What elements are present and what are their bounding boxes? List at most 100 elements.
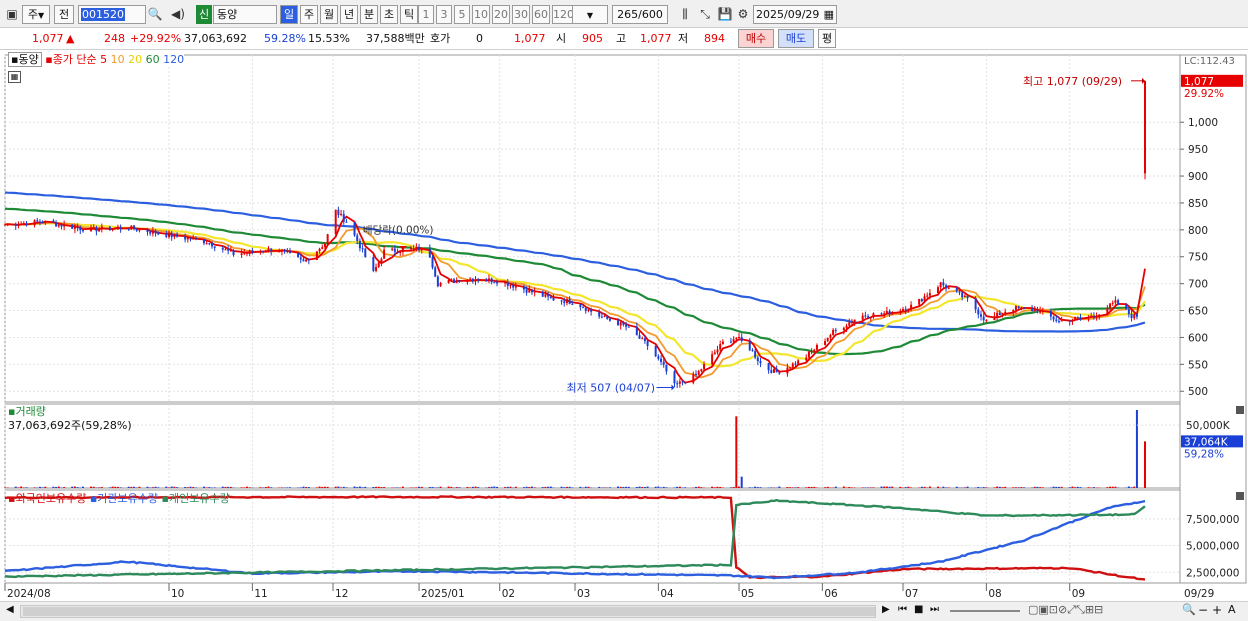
interval-button-20[interactable]: 20 bbox=[492, 5, 510, 24]
code-value: 001520 bbox=[81, 8, 125, 21]
window-icon[interactable]: ▣ bbox=[4, 5, 20, 24]
volume-bar bbox=[38, 486, 41, 488]
interval-button-5[interactable]: 5 bbox=[454, 5, 470, 24]
scroll-track[interactable] bbox=[20, 605, 876, 618]
stop-icon[interactable]: ■ bbox=[914, 604, 923, 615]
buy-button[interactable]: 매수 bbox=[738, 29, 774, 48]
volume-bar bbox=[4, 487, 6, 489]
zoom-icon[interactable]: 🔍 bbox=[1182, 603, 1196, 616]
candle-body bbox=[678, 381, 681, 384]
candle-body bbox=[544, 294, 547, 297]
volume-bar bbox=[571, 487, 574, 488]
zoom-out-icon[interactable]: − bbox=[1198, 603, 1208, 617]
volume-bar bbox=[824, 487, 827, 488]
count-field[interactable]: 265/600 bbox=[612, 5, 668, 24]
candle-body bbox=[617, 320, 620, 326]
holdings-tick-label: 2,500,000 bbox=[1186, 567, 1239, 579]
y-tick-label: 850 bbox=[1188, 198, 1208, 210]
speaker-icon[interactable]: ◀) bbox=[167, 5, 189, 24]
date-field[interactable]: 2025/09/29 ▦ bbox=[753, 5, 837, 24]
period-tab-0[interactable]: 일 bbox=[280, 5, 298, 24]
interval-button-30[interactable]: 30 bbox=[512, 5, 530, 24]
candle-body bbox=[522, 286, 525, 290]
zoom-slider[interactable] bbox=[950, 610, 1020, 612]
volume-bar bbox=[36, 487, 39, 489]
volume-bar bbox=[756, 487, 759, 488]
volume-bar bbox=[33, 487, 36, 488]
code-input[interactable]: 001520 bbox=[78, 5, 146, 24]
candle-body bbox=[824, 341, 827, 345]
volume-bar bbox=[71, 486, 74, 488]
y-tick-label: 1,000 bbox=[1188, 117, 1218, 129]
volume-bar bbox=[211, 487, 214, 489]
volume-bar bbox=[797, 487, 800, 488]
sell-button[interactable]: 매도 bbox=[778, 29, 814, 48]
candle-type-icon[interactable]: ⫼ bbox=[676, 5, 694, 24]
period-tab-6[interactable]: 틱 bbox=[400, 5, 418, 24]
volume-tick-label: 50,000K bbox=[1186, 420, 1231, 432]
period-tab-3[interactable]: 년 bbox=[340, 5, 358, 24]
interval-button-1[interactable]: 1 bbox=[418, 5, 434, 24]
prefix-button[interactable]: 전 bbox=[54, 5, 74, 24]
candle-body bbox=[619, 322, 622, 326]
candle-body bbox=[173, 234, 176, 238]
volume-bar bbox=[805, 487, 808, 488]
eval-button[interactable]: 평 bbox=[818, 29, 836, 48]
candle-body bbox=[100, 226, 103, 230]
interval-select[interactable]: ▼ bbox=[572, 5, 608, 24]
period-tab-1[interactable]: 주 bbox=[300, 5, 318, 24]
candle-body bbox=[208, 243, 211, 245]
search-icon[interactable]: 🔍 bbox=[147, 5, 163, 24]
volume-bar bbox=[703, 487, 706, 489]
candle-body bbox=[202, 239, 205, 244]
interval-button-60[interactable]: 60 bbox=[532, 5, 550, 24]
interval-button-3[interactable]: 3 bbox=[436, 5, 452, 24]
font-size-icon[interactable]: A bbox=[1228, 603, 1236, 616]
legend-ma120: 120 bbox=[163, 53, 185, 66]
scroll-right-icon[interactable]: ▶ bbox=[882, 604, 890, 615]
settings-icon[interactable]: ⚙ bbox=[734, 5, 752, 24]
candle-body bbox=[1109, 303, 1112, 309]
candle-body bbox=[44, 220, 47, 223]
volume-bar bbox=[1057, 486, 1060, 488]
volume-bar bbox=[600, 487, 603, 488]
first-icon[interactable]: ⏮ bbox=[898, 604, 907, 615]
period-tab-5[interactable]: 초 bbox=[380, 5, 398, 24]
last-icon[interactable]: ⏭ bbox=[930, 604, 939, 615]
candle-body bbox=[1092, 315, 1095, 317]
candle-body bbox=[832, 329, 835, 335]
volume-bar bbox=[20, 486, 23, 488]
calendar-icon[interactable]: ▦ bbox=[824, 6, 834, 23]
interval-button-10[interactable]: 10 bbox=[472, 5, 490, 24]
volume-bar bbox=[1068, 487, 1071, 488]
candle-body bbox=[63, 224, 66, 227]
draw-icon[interactable]: ⤡ bbox=[696, 5, 714, 24]
volume-bar bbox=[364, 486, 367, 488]
volume-bar bbox=[641, 487, 644, 488]
volume-last-pct: 59,28% bbox=[1184, 448, 1224, 460]
grid-icon[interactable]: ▦ bbox=[8, 71, 21, 83]
candle-body bbox=[891, 312, 894, 315]
volume-bar bbox=[778, 486, 781, 488]
volume-bar bbox=[547, 486, 550, 488]
candle-body bbox=[506, 282, 509, 286]
zoom-in-icon[interactable]: + bbox=[1212, 603, 1222, 617]
save-icon[interactable]: 💾 bbox=[716, 5, 734, 24]
volume-bar bbox=[1060, 486, 1063, 488]
volume-bar bbox=[1106, 487, 1109, 488]
candle-body bbox=[530, 289, 533, 293]
scroll-left-icon[interactable]: ◀ bbox=[6, 604, 14, 615]
candle-body bbox=[754, 351, 757, 358]
volume-bar bbox=[202, 486, 205, 488]
candle-body bbox=[170, 232, 173, 238]
name-field[interactable]: 동양 bbox=[213, 5, 277, 24]
interval-button-120[interactable]: 120 bbox=[552, 5, 574, 24]
tool-icons[interactable]: ▢▣⊡⊘⤢⤡⊞⊟ bbox=[1028, 603, 1103, 617]
volume-bar bbox=[485, 487, 488, 489]
market-select[interactable]: 주▼ bbox=[22, 5, 50, 24]
scroll-thumb[interactable] bbox=[23, 607, 875, 616]
period-tab-4[interactable]: 분 bbox=[360, 5, 378, 24]
scrollbar[interactable]: ◀ ▶ ⏮ ■ ⏭ ▢▣⊡⊘⤢⤡⊞⊟ 🔍 − + A bbox=[0, 601, 1248, 621]
period-tab-2[interactable]: 월 bbox=[320, 5, 338, 24]
volume-bar bbox=[977, 486, 980, 488]
